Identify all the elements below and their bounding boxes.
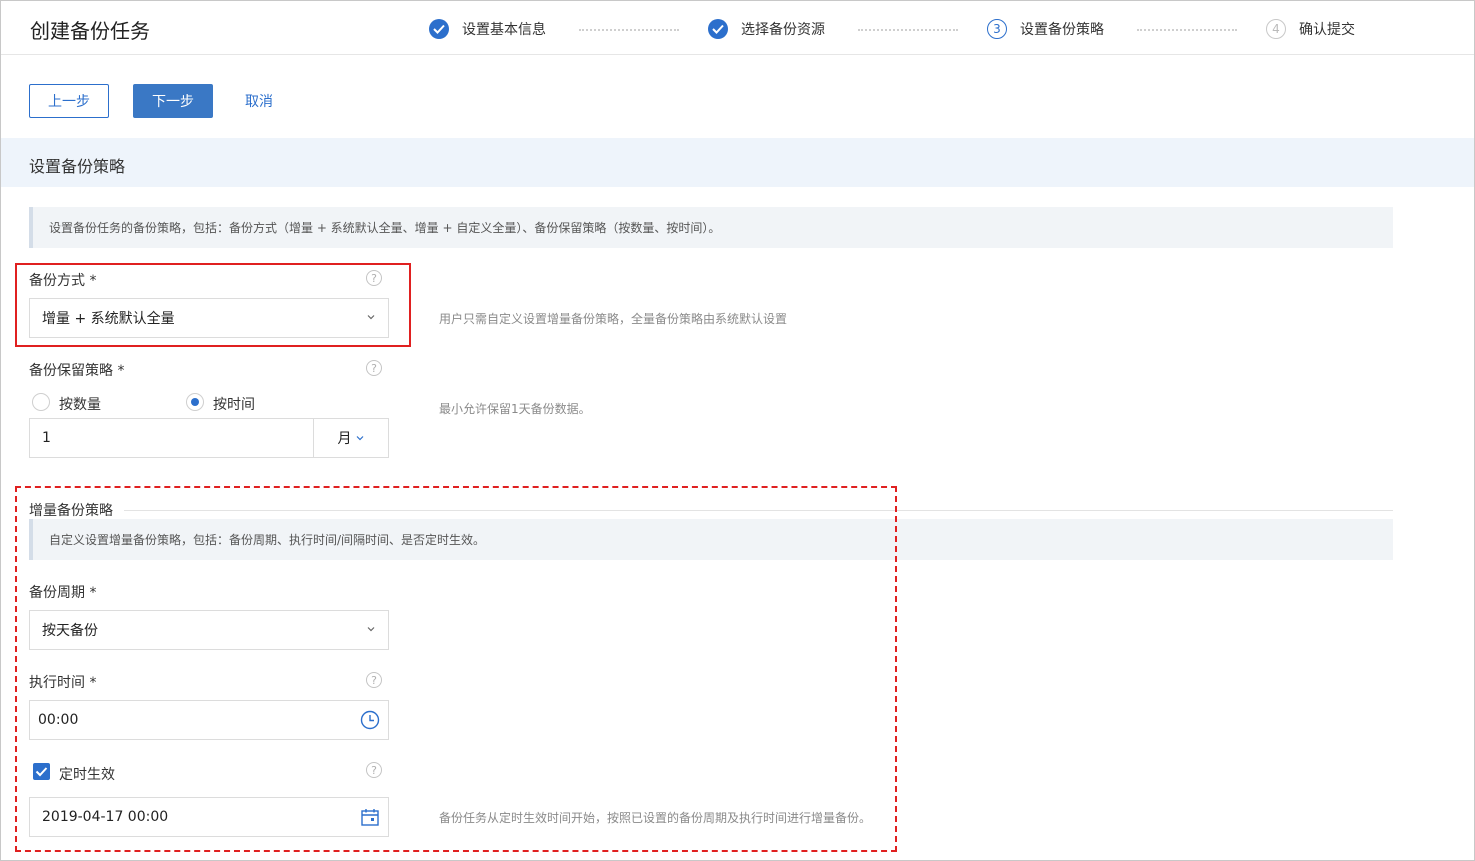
step-separator <box>579 29 679 31</box>
radio-by-count-label: 按数量 <box>59 397 101 413</box>
check-icon <box>429 19 449 39</box>
step-label: 设置基本信息 <box>462 22 546 38</box>
next-button[interactable]: 下一步 <box>133 84 213 118</box>
section-header: 设置备份策略 <box>1 138 1474 187</box>
highlight-box-incremental <box>15 486 897 852</box>
step-basic-info: 设置基本信息 <box>429 18 546 40</box>
check-icon <box>708 19 728 39</box>
radio-by-time[interactable] <box>186 393 204 411</box>
step-label: 确认提交 <box>1299 22 1355 38</box>
retention-amount-value: 1 <box>42 430 51 446</box>
step-separator <box>858 29 958 31</box>
cancel-button[interactable]: 取消 <box>235 84 283 118</box>
retention-unit-value: 月 <box>337 431 352 447</box>
radio-by-time-label: 按时间 <box>213 397 255 413</box>
page-title: 创建备份任务 <box>30 19 150 43</box>
radio-by-count[interactable] <box>32 393 50 411</box>
header: 创建备份任务 设置基本信息 选择备份资源 3 设置备份策略 4 确认提交 <box>1 1 1474 55</box>
retention-unit-select[interactable]: 月 <box>313 418 389 458</box>
step-number: 3 <box>987 19 1007 39</box>
step-backup-policy: 3 设置备份策略 <box>987 18 1104 40</box>
retention-amount-input[interactable]: 1 <box>29 418 314 458</box>
policy-description: 设置备份任务的备份策略，包括：备份方式（增量 + 系统默认全量、增量 + 自定义… <box>29 207 1393 248</box>
retention-label: 备份保留策略 * <box>29 363 125 379</box>
retention-hint: 最小允许保留1天备份数据。 <box>439 402 591 416</box>
prev-button[interactable]: 上一步 <box>29 84 109 118</box>
highlight-box-backup-mode <box>15 263 411 347</box>
step-label: 设置备份策略 <box>1020 22 1104 38</box>
step-confirm: 4 确认提交 <box>1266 18 1355 40</box>
step-label: 选择备份资源 <box>741 22 825 38</box>
section-title: 设置备份策略 <box>29 157 126 176</box>
backup-mode-hint: 用户只需自定义设置增量备份策略，全量备份策略由系统默认设置 <box>439 312 788 326</box>
step-select-resource: 选择备份资源 <box>708 18 825 40</box>
chevron-down-icon <box>356 436 363 441</box>
step-number: 4 <box>1266 19 1286 39</box>
help-icon[interactable]: ? <box>366 360 382 376</box>
step-separator <box>1137 29 1237 31</box>
